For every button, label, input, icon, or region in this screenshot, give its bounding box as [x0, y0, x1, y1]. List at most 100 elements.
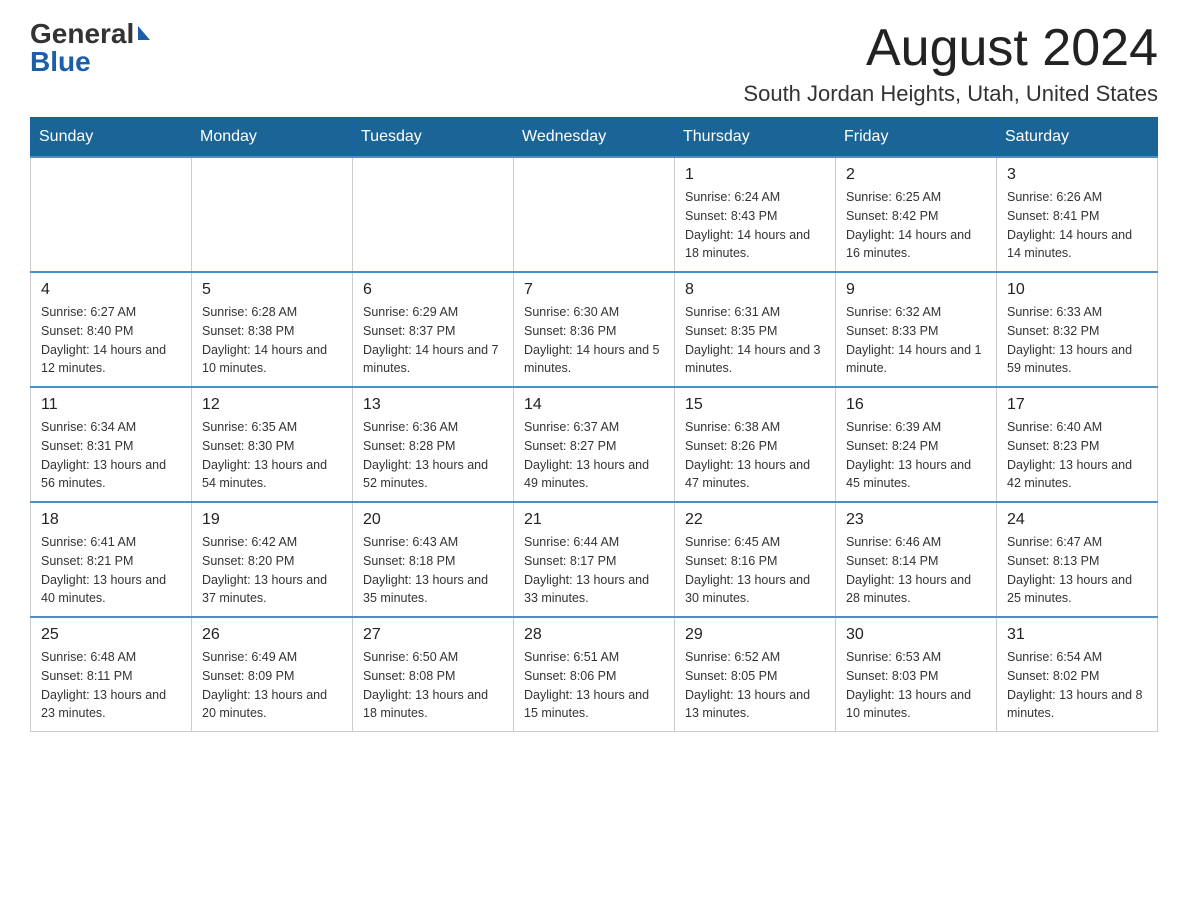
day-number: 17	[1007, 396, 1147, 414]
calendar-cell: 26 Sunrise: 6:49 AMSunset: 8:09 PMDayligh…	[192, 617, 353, 732]
day-number: 11	[41, 396, 181, 414]
day-info: Sunrise: 6:48 AMSunset: 8:11 PMDaylight:…	[41, 648, 181, 723]
logo: General Blue	[30, 20, 150, 76]
calendar-cell: 9Sunrise: 6:32 AMSunset: 8:33 PMDaylight…	[836, 272, 997, 387]
day-number: 12	[202, 396, 342, 414]
day-info: Sunrise: 6:44 AMSunset: 8:17 PMDaylight:…	[524, 533, 664, 608]
day-number: 24	[1007, 511, 1147, 529]
day-number: 29	[685, 626, 825, 644]
day-number: 31	[1007, 626, 1147, 644]
header-thursday: Thursday	[675, 118, 836, 158]
day-info: Sunrise: 6:27 AMSunset: 8:40 PMDaylight:…	[41, 303, 181, 378]
calendar-cell	[192, 157, 353, 272]
day-info: Sunrise: 6:39 AMSunset: 8:24 PMDaylight:…	[846, 418, 986, 493]
calendar-cell: 18 Sunrise: 6:41 AMSunset: 8:21 PMDayligh…	[31, 502, 192, 617]
day-number: 7	[524, 281, 664, 299]
header-wednesday: Wednesday	[514, 118, 675, 158]
day-info: Sunrise: 6:52 AMSunset: 8:05 PMDaylight:…	[685, 648, 825, 723]
calendar-cell: 10 Sunrise: 6:33 AMSunset: 8:32 PMDayligh…	[997, 272, 1158, 387]
day-info: Sunrise: 6:30 AMSunset: 8:36 PMDaylight:…	[524, 303, 664, 378]
day-info: Sunrise: 6:54 AMSunset: 8:02 PMDaylight:…	[1007, 648, 1147, 723]
calendar-cell: 24 Sunrise: 6:47 AMSunset: 8:13 PMDayligh…	[997, 502, 1158, 617]
day-info: Sunrise: 6:33 AMSunset: 8:32 PMDaylight:…	[1007, 303, 1147, 378]
calendar-cell: 1 Sunrise: 6:24 AMSunset: 8:43 PMDaylight…	[675, 157, 836, 272]
day-info: Sunrise: 6:34 AMSunset: 8:31 PMDaylight:…	[41, 418, 181, 493]
day-number: 19	[202, 511, 342, 529]
calendar-header-row: SundayMondayTuesdayWednesdayThursdayFrid…	[31, 118, 1158, 158]
location-subtitle: South Jordan Heights, Utah, United State…	[743, 81, 1158, 107]
day-number: 13	[363, 396, 503, 414]
day-info: Sunrise: 6:50 AMSunset: 8:08 PMDaylight:…	[363, 648, 503, 723]
day-number: 15	[685, 396, 825, 414]
calendar-cell: 31 Sunrise: 6:54 AMSunset: 8:02 PMDayligh…	[997, 617, 1158, 732]
calendar-cell: 16 Sunrise: 6:39 AMSunset: 8:24 PMDayligh…	[836, 387, 997, 502]
day-info: Sunrise: 6:29 AMSunset: 8:37 PMDaylight:…	[363, 303, 503, 378]
day-number: 21	[524, 511, 664, 529]
week-row-1: 1 Sunrise: 6:24 AMSunset: 8:43 PMDaylight…	[31, 157, 1158, 272]
day-number: 20	[363, 511, 503, 529]
day-info: Sunrise: 6:28 AMSunset: 8:38 PMDaylight:…	[202, 303, 342, 378]
calendar-cell: 29 Sunrise: 6:52 AMSunset: 8:05 PMDayligh…	[675, 617, 836, 732]
header-sunday: Sunday	[31, 118, 192, 158]
day-number: 4	[41, 281, 181, 299]
week-row-2: 4 Sunrise: 6:27 AMSunset: 8:40 PMDaylight…	[31, 272, 1158, 387]
calendar-cell: 30 Sunrise: 6:53 AMSunset: 8:03 PMDayligh…	[836, 617, 997, 732]
day-info: Sunrise: 6:43 AMSunset: 8:18 PMDaylight:…	[363, 533, 503, 608]
day-number: 18	[41, 511, 181, 529]
day-number: 5	[202, 281, 342, 299]
calendar-cell: 4 Sunrise: 6:27 AMSunset: 8:40 PMDaylight…	[31, 272, 192, 387]
day-number: 30	[846, 626, 986, 644]
week-row-3: 11 Sunrise: 6:34 AMSunset: 8:31 PMDayligh…	[31, 387, 1158, 502]
week-row-4: 18 Sunrise: 6:41 AMSunset: 8:21 PMDayligh…	[31, 502, 1158, 617]
calendar-cell: 19 Sunrise: 6:42 AMSunset: 8:20 PMDayligh…	[192, 502, 353, 617]
day-info: Sunrise: 6:51 AMSunset: 8:06 PMDaylight:…	[524, 648, 664, 723]
day-info: Sunrise: 6:49 AMSunset: 8:09 PMDaylight:…	[202, 648, 342, 723]
header-saturday: Saturday	[997, 118, 1158, 158]
day-number: 25	[41, 626, 181, 644]
day-info: Sunrise: 6:41 AMSunset: 8:21 PMDaylight:…	[41, 533, 181, 608]
logo-triangle-icon	[138, 26, 150, 40]
day-info: Sunrise: 6:31 AMSunset: 8:35 PMDaylight:…	[685, 303, 825, 378]
logo-blue-text: Blue	[30, 48, 91, 76]
calendar-cell: 21 Sunrise: 6:44 AMSunset: 8:17 PMDayligh…	[514, 502, 675, 617]
day-info: Sunrise: 6:53 AMSunset: 8:03 PMDaylight:…	[846, 648, 986, 723]
day-info: Sunrise: 6:42 AMSunset: 8:20 PMDaylight:…	[202, 533, 342, 608]
calendar-cell: 17Sunrise: 6:40 AMSunset: 8:23 PMDayligh…	[997, 387, 1158, 502]
calendar-cell: 23Sunrise: 6:46 AMSunset: 8:14 PMDayligh…	[836, 502, 997, 617]
day-number: 22	[685, 511, 825, 529]
day-number: 3	[1007, 166, 1147, 184]
day-number: 14	[524, 396, 664, 414]
calendar-cell	[353, 157, 514, 272]
day-number: 1	[685, 166, 825, 184]
calendar-cell: 20 Sunrise: 6:43 AMSunset: 8:18 PMDayligh…	[353, 502, 514, 617]
day-info: Sunrise: 6:35 AMSunset: 8:30 PMDaylight:…	[202, 418, 342, 493]
title-area: August 2024 South Jordan Heights, Utah, …	[743, 20, 1158, 107]
day-number: 6	[363, 281, 503, 299]
calendar-cell: 27Sunrise: 6:50 AMSunset: 8:08 PMDayligh…	[353, 617, 514, 732]
calendar-cell: 13Sunrise: 6:36 AMSunset: 8:28 PMDayligh…	[353, 387, 514, 502]
header-friday: Friday	[836, 118, 997, 158]
day-info: Sunrise: 6:32 AMSunset: 8:33 PMDaylight:…	[846, 303, 986, 378]
day-info: Sunrise: 6:26 AMSunset: 8:41 PMDaylight:…	[1007, 188, 1147, 263]
calendar-cell: 5 Sunrise: 6:28 AMSunset: 8:38 PMDaylight…	[192, 272, 353, 387]
calendar-cell: 14 Sunrise: 6:37 AMSunset: 8:27 PMDayligh…	[514, 387, 675, 502]
day-number: 10	[1007, 281, 1147, 299]
calendar-cell: 7 Sunrise: 6:30 AMSunset: 8:36 PMDaylight…	[514, 272, 675, 387]
calendar-cell: 3 Sunrise: 6:26 AMSunset: 8:41 PMDaylight…	[997, 157, 1158, 272]
day-number: 23	[846, 511, 986, 529]
day-number: 26	[202, 626, 342, 644]
logo-general-text: General	[30, 20, 134, 48]
calendar-cell	[31, 157, 192, 272]
calendar-cell: 15Sunrise: 6:38 AMSunset: 8:26 PMDayligh…	[675, 387, 836, 502]
header-monday: Monday	[192, 118, 353, 158]
calendar-cell: 11 Sunrise: 6:34 AMSunset: 8:31 PMDayligh…	[31, 387, 192, 502]
day-number: 16	[846, 396, 986, 414]
day-info: Sunrise: 6:37 AMSunset: 8:27 PMDaylight:…	[524, 418, 664, 493]
day-info: Sunrise: 6:47 AMSunset: 8:13 PMDaylight:…	[1007, 533, 1147, 608]
calendar-table: SundayMondayTuesdayWednesdayThursdayFrid…	[30, 117, 1158, 732]
day-info: Sunrise: 6:24 AMSunset: 8:43 PMDaylight:…	[685, 188, 825, 263]
day-number: 28	[524, 626, 664, 644]
day-info: Sunrise: 6:25 AMSunset: 8:42 PMDaylight:…	[846, 188, 986, 263]
calendar-cell	[514, 157, 675, 272]
calendar-cell: 12 Sunrise: 6:35 AMSunset: 8:30 PMDayligh…	[192, 387, 353, 502]
